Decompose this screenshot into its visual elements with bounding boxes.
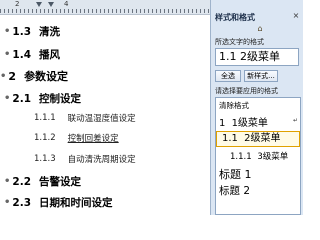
style-list: 清除格式 1 1级菜单 ↵ 1.1 2级菜单 1.1.1 3级菜单 标题 1 标… (215, 97, 301, 215)
heading-text: 清洗 (39, 26, 61, 38)
heading-number: 1.1.2 (34, 133, 56, 143)
style-name: 2级菜单 (244, 133, 281, 144)
heading-line[interactable]: 1.1.2 控制回差设定 (34, 132, 119, 144)
select-all-button[interactable]: 全选 (215, 70, 241, 82)
heading-line[interactable]: • 2 参数设定 (0, 68, 68, 84)
ruler-ticks (0, 9, 210, 13)
horizontal-ruler[interactable]: 2 4 (0, 0, 210, 15)
heading-number: 1.1.1 (34, 113, 56, 123)
home-icon[interactable]: ⌂ (255, 24, 265, 34)
selected-format-label: 所选文字的格式 (215, 38, 264, 46)
heading-text: 日期和时间设定 (39, 197, 113, 209)
heading-text: 参数设定 (24, 70, 69, 83)
heading-text: 播风 (39, 49, 61, 61)
style-name: 3级菜单 (257, 152, 289, 162)
heading-number: 2.2 (12, 175, 32, 188)
style-item-clear-formatting[interactable]: 清除格式 (216, 100, 300, 111)
style-item-heading1[interactable]: 标题 1 (216, 166, 300, 182)
heading-number: 1.4 (12, 48, 32, 61)
paragraph-mark-icon: ↵ (292, 117, 298, 124)
heading-line[interactable]: 1.1.1 联动温湿度值设定 (34, 112, 136, 124)
current-style-box[interactable]: 1.1 2级菜单 (215, 48, 299, 66)
heading-number: 2.1 (12, 92, 32, 105)
style-item-level2-selected[interactable]: 1.1 2级菜单 (216, 131, 300, 147)
current-style-number: 1.1 (219, 50, 237, 63)
bullet-icon: • (4, 197, 11, 208)
style-number: 1.1 (222, 133, 238, 144)
bullet-icon: • (4, 93, 11, 104)
heading-line[interactable]: • 1.3 清洗 (4, 24, 60, 39)
heading-number: 1.3 (12, 25, 32, 38)
style-number: 1 (219, 118, 226, 129)
heading-text: 联动温湿度值设定 (67, 114, 136, 124)
bullet-icon: • (0, 70, 7, 82)
heading-number: 2 (8, 69, 17, 83)
heading-line[interactable]: • 2.2 告警设定 (4, 174, 81, 189)
first-line-indent-marker[interactable] (36, 2, 42, 7)
heading-text: 控制设定 (39, 93, 82, 105)
heading-line[interactable]: 1.1.3 自动清洗周期设定 (34, 153, 136, 165)
close-icon[interactable]: × (292, 12, 300, 20)
heading-number: 2.3 (12, 196, 32, 209)
bullet-icon: • (4, 26, 11, 37)
new-style-button[interactable]: 新样式... (244, 70, 278, 82)
ruler-number: 4 (64, 0, 69, 8)
style-name: 1级菜单 (231, 118, 268, 129)
document-area[interactable]: 2 4 • 1.3 清洗 • 1.4 播风 • 2 参数设定 • 2.1 控制设… (0, 0, 210, 215)
heading-number: 1.1.3 (34, 154, 56, 164)
pane-title: 样式和格式 (215, 13, 255, 22)
heading-text: 告警设定 (39, 176, 82, 188)
style-number: 1.1.1 (230, 152, 252, 162)
style-item-level1[interactable]: 1 1级菜单 ↵ (216, 114, 300, 129)
apply-format-label: 请选择要应用的格式 (215, 87, 278, 95)
heading-text: 自动清洗周期设定 (67, 155, 136, 165)
style-item-heading2[interactable]: 标题 2 (216, 183, 300, 198)
styles-and-formatting-pane: 样式和格式 × ⌂ 所选文字的格式 1.1 2级菜单 全选 新样式... 请选择… (210, 0, 303, 215)
hanging-indent-marker[interactable] (48, 2, 54, 7)
current-style-name: 2级菜单 (240, 50, 280, 63)
ruler-number: 2 (15, 0, 20, 8)
bullet-icon: • (4, 176, 11, 187)
style-item-level3[interactable]: 1.1.1 3级菜单 (216, 150, 300, 162)
heading-line[interactable]: • 2.3 日期和时间设定 (4, 195, 113, 210)
heading-line[interactable]: • 2.1 控制设定 (4, 91, 81, 106)
bullet-icon: • (4, 49, 11, 60)
heading-line[interactable]: • 1.4 播风 (4, 47, 60, 62)
heading-text: 控制回差设定 (67, 134, 119, 144)
